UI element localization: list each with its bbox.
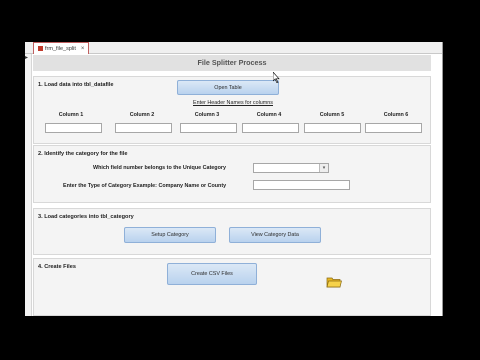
section-title: 1. Load data into tbl_datafile <box>38 82 114 88</box>
column-4-label: Column 4 <box>256 112 282 118</box>
category-type-input[interactable] <box>253 180 350 190</box>
column-5-label: Column 5 <box>319 112 345 118</box>
category-type-label: Enter the Type of Category Example: Comp… <box>63 183 227 189</box>
section-title: 3. Load categories into tbl_category <box>38 214 134 220</box>
mouse-cursor-icon <box>273 72 280 83</box>
column-5-input[interactable] <box>304 123 361 133</box>
setup-category-button[interactable]: Setup Category <box>124 227 216 243</box>
view-category-data-button[interactable]: View Category Data <box>229 227 321 243</box>
open-table-button[interactable]: Open Table <box>177 80 279 95</box>
folder-icon[interactable] <box>326 276 342 288</box>
column-3-input[interactable] <box>180 123 237 133</box>
section-title: 4. Create Files <box>38 264 76 270</box>
create-csv-files-button[interactable]: Create CSV Files <box>167 263 257 285</box>
field-number-label: Which field number belongs to the Unique… <box>93 165 226 171</box>
tab-frm-file-split[interactable]: frm_file_split × <box>33 42 90 54</box>
section-title: 2. Identify the category for the file <box>38 151 128 157</box>
chevron-down-icon[interactable]: ▾ <box>319 164 328 172</box>
section-create-files: 4. Create Files Create CSV Files <box>33 258 431 316</box>
access-form-window: frm_file_split × ▸ File Splitter Process… <box>25 42 443 316</box>
record-selector[interactable]: ▸ <box>25 54 32 316</box>
record-pointer-icon: ▸ <box>25 55 29 61</box>
form-icon <box>38 46 43 51</box>
column-6-label: Column 6 <box>383 112 409 118</box>
form-header: File Splitter Process <box>33 55 431 71</box>
section-identify-category: 2. Identify the category for the file Wh… <box>33 145 431 203</box>
document-tab-strip: frm_file_split × <box>25 42 442 54</box>
column-1-label: Column 1 <box>58 112 84 118</box>
column-3-label: Column 3 <box>194 112 220 118</box>
field-number-select[interactable]: ▾ <box>253 163 329 173</box>
column-2-input[interactable] <box>115 123 172 133</box>
column-4-input[interactable] <box>242 123 299 133</box>
header-names-prompt: Enter Header Names for columns <box>193 100 273 106</box>
section-load-categories: 3. Load categories into tbl_category Set… <box>33 208 431 255</box>
column-1-input[interactable] <box>45 123 102 133</box>
tab-label: frm_file_split <box>45 45 76 52</box>
section-load-data: 1. Load data into tbl_datafile Open Tabl… <box>33 76 431 144</box>
form-title: File Splitter Process <box>197 58 267 67</box>
column-6-input[interactable] <box>365 123 422 133</box>
close-icon[interactable]: × <box>81 44 85 54</box>
column-2-label: Column 2 <box>129 112 155 118</box>
